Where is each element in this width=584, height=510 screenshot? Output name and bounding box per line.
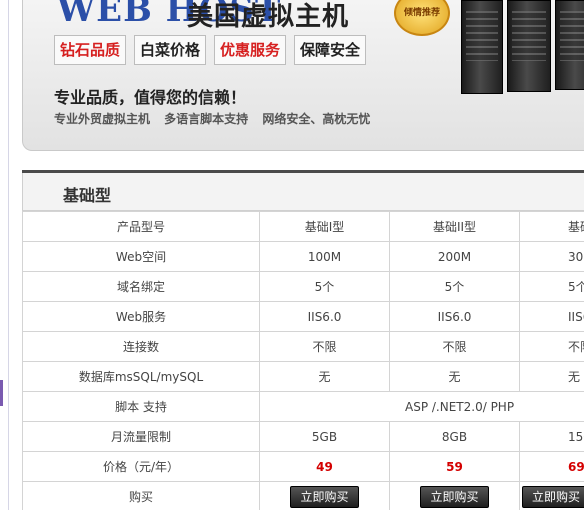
cell-value: 8GB	[389, 421, 520, 452]
banner-features: 专业外贸虚拟主机 多语言脚本支持 网络安全、高枕无忧	[54, 112, 371, 126]
price-value: 69	[519, 451, 584, 482]
buy-now-button[interactable]: 立即购买	[290, 485, 359, 508]
cell-value: 100M	[259, 241, 390, 272]
cell-value: 300M	[519, 241, 584, 272]
cell-value: 不限	[259, 331, 390, 362]
price-value: 49	[259, 451, 390, 482]
plan-name: 基础I型	[259, 211, 390, 242]
side-tab[interactable]	[0, 380, 3, 406]
cell-value: 不限	[389, 331, 520, 362]
table-row: Web空间 100M 200M 300M	[22, 241, 584, 272]
feature-badges: 钻石品质 白菜价格 优惠服务 保障安全	[54, 35, 367, 65]
plans-table: 产品型号 基础I型 基础II型 基础III型 Web空间 100M 200M 3…	[22, 211, 584, 510]
section-title: 基础型	[63, 186, 112, 205]
row-label: 数据库msSQL/mySQL	[22, 361, 260, 392]
buy-now-button[interactable]: 立即购买	[420, 485, 489, 508]
row-label: 购买	[22, 481, 260, 510]
section-header: 基础型	[22, 173, 584, 211]
cell-value: 5个	[259, 271, 390, 302]
hosting-banner: 倾情推荐 WEB HOST 美国虚拟主机 钻石品质 白菜价格 优惠服务 保障安全…	[22, 0, 584, 151]
banner-title-cn: 美国虚拟主机	[187, 2, 350, 32]
page: 倾情推荐 WEB HOST 美国虚拟主机 钻石品质 白菜价格 优惠服务 保障安全…	[0, 0, 584, 510]
badge-diamond-quality: 钻石品质	[54, 35, 127, 65]
row-label: Web服务	[22, 301, 260, 332]
cell-value: 不限	[519, 331, 584, 362]
table-row: 连接数 不限 不限 不限	[22, 331, 584, 362]
buy-cell: 立即购买	[389, 481, 520, 510]
buy-cell: 立即购买	[519, 481, 584, 510]
badge-cheap-price: 白菜价格	[134, 35, 207, 65]
cell-value: 无	[259, 361, 390, 392]
cell-value: 200M	[389, 241, 520, 272]
badge-discount-service: 优惠服务	[214, 35, 287, 65]
cell-value: 5个	[389, 271, 520, 302]
table-row: 数据库msSQL/mySQL 无 无 无	[22, 361, 584, 392]
table-row-script: 脚本 支持 ASP /.NET2.0/ PHP	[22, 391, 584, 422]
table-row: 域名绑定 5个 5个 5个	[22, 271, 584, 302]
cell-value: 无	[519, 361, 584, 392]
table-row: Web服务 IIS6.0 IIS6.0 IIS6.0	[22, 301, 584, 332]
plan-name: 基础III型	[519, 211, 584, 242]
row-label: 域名绑定	[22, 271, 260, 302]
price-value: 59	[389, 451, 520, 482]
buy-now-button[interactable]: 立即购买	[522, 485, 584, 508]
cell-value: 15GB	[519, 421, 584, 452]
banner-slogan: 专业品质，值得您的信赖！	[54, 88, 247, 107]
table-header-row: 产品型号 基础I型 基础II型 基础III型	[22, 211, 584, 242]
cell-value: 无	[389, 361, 520, 392]
cell-value: 5个	[519, 271, 584, 302]
row-label: 脚本 支持	[22, 391, 260, 422]
row-label: Web空间	[22, 241, 260, 272]
row-label: 连接数	[22, 331, 260, 362]
row-label: 价格（元/年）	[22, 451, 260, 482]
table-row-price: 价格（元/年） 49 59 69	[22, 451, 584, 482]
cell-value: IIS6.0	[389, 301, 520, 332]
badge-security: 保障安全	[294, 35, 367, 65]
row-label: 产品型号	[22, 211, 260, 242]
cell-value: 5GB	[259, 421, 390, 452]
buy-cell: 立即购买	[259, 481, 390, 510]
cell-value: IIS6.0	[519, 301, 584, 332]
table-row-buy: 购买 立即购买 立即购买 立即购买	[22, 481, 584, 510]
left-divider	[8, 0, 9, 510]
row-label: 月流量限制	[22, 421, 260, 452]
table-row-traffic: 月流量限制 5GB 8GB 15GB	[22, 421, 584, 452]
cell-value: IIS6.0	[259, 301, 390, 332]
script-support-value: ASP /.NET2.0/ PHP	[259, 391, 584, 422]
plan-name: 基础II型	[389, 211, 520, 242]
